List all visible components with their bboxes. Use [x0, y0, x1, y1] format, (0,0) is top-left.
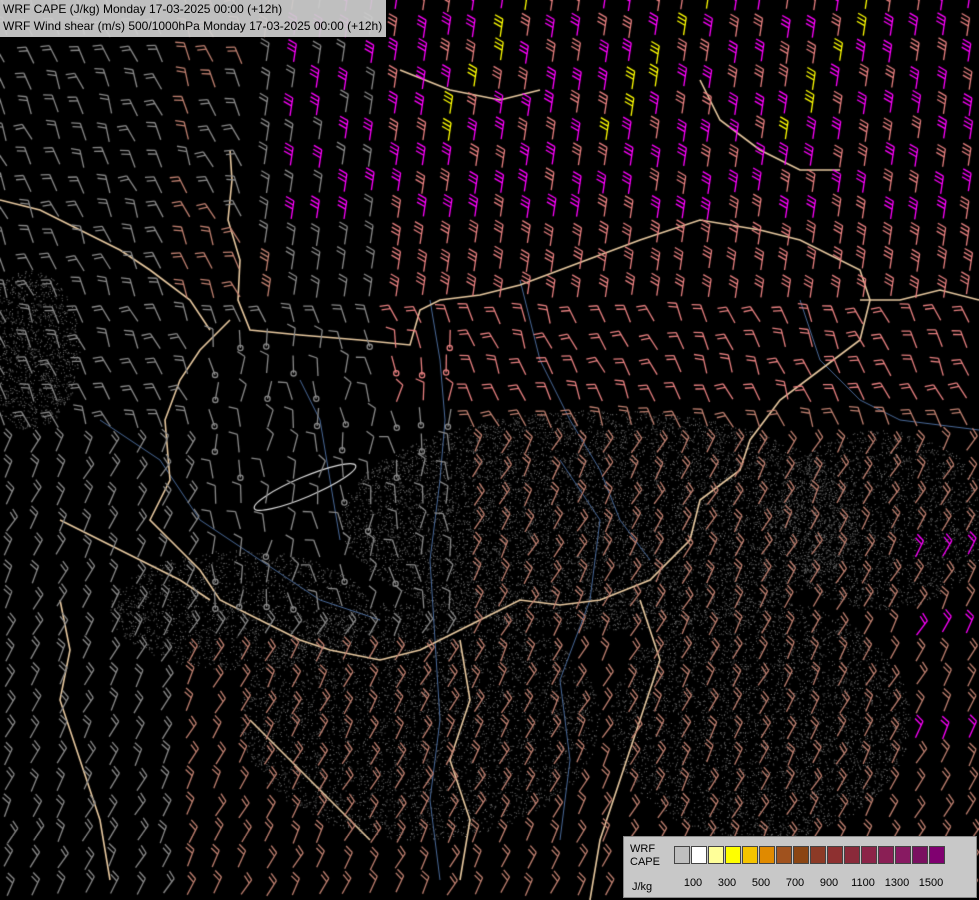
- legend-tick-label: 1100: [851, 877, 875, 889]
- wind-shear-title: WRF Wind shear (m/s) 500/1000hPa Monday …: [3, 19, 383, 33]
- legend-tick-label: 900: [819, 877, 839, 889]
- legend-swatch: [776, 846, 792, 864]
- legend-unit: J/kg: [632, 881, 653, 893]
- legend-title: WRF CAPE: [630, 843, 660, 869]
- legend-swatch: [708, 846, 724, 864]
- legend-swatch: [929, 846, 945, 864]
- legend-swatch: [810, 846, 826, 864]
- map-title-box: WRF CAPE (J/kg) Monday 17-03-2025 00:00 …: [0, 0, 387, 37]
- legend-swatch: [793, 846, 809, 864]
- legend-tick-label: 700: [785, 877, 805, 889]
- legend-swatch: [759, 846, 775, 864]
- legend-swatch: [725, 846, 741, 864]
- legend-swatch: [742, 846, 758, 864]
- legend-tick-label: 1300: [884, 877, 910, 889]
- legend-swatch: [895, 846, 911, 864]
- legend-swatch: [878, 846, 894, 864]
- cape-title: WRF CAPE (J/kg) Monday 17-03-2025 00:00 …: [3, 2, 283, 16]
- legend-tick-label: 100: [683, 877, 703, 889]
- legend-tick-label: 1500: [918, 877, 944, 889]
- cape-legend: WRF CAPE J/kg 100 300 500 700 900 1100 1300 150…: [623, 836, 977, 898]
- legend-title-line1: WRF: [630, 843, 656, 855]
- legend-swatch: [691, 846, 707, 864]
- weather-map-canvas: [0, 0, 979, 900]
- legend-swatch: [861, 846, 877, 864]
- legend-title-line2: CAPE: [630, 856, 660, 868]
- legend-swatch: [912, 846, 928, 864]
- legend-swatches: [674, 846, 946, 864]
- legend-ticks: 100 300 500 700 900 1100 1300 1500: [674, 877, 974, 891]
- legend-swatch: [844, 846, 860, 864]
- legend-tick-label: 300: [717, 877, 737, 889]
- legend-swatch: [827, 846, 843, 864]
- legend-swatch: [674, 846, 690, 864]
- legend-tick-label: 500: [751, 877, 771, 889]
